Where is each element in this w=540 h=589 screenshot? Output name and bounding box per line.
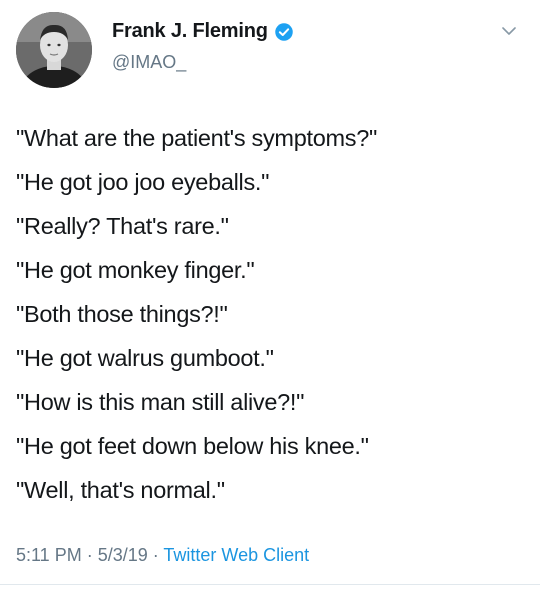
tweet-client-link[interactable]: Twitter Web Client <box>163 545 309 565</box>
tweet-line: "He got joo joo eyeballs." <box>16 169 270 195</box>
meta-separator: · <box>81 545 98 565</box>
tweet-card: Frank J. Fleming @IMAO_ "What are the pa… <box>0 0 540 589</box>
tweet-line: "He got feet down below his knee." <box>16 433 369 459</box>
author-handle[interactable]: @IMAO_ <box>112 52 186 73</box>
tweet-line: "He got walrus gumboot." <box>16 345 274 371</box>
tweet-line: "Both those things?!" <box>16 301 228 327</box>
tweet-time[interactable]: 5:11 PM <box>16 545 82 565</box>
verified-badge-icon <box>274 22 293 41</box>
tweet-line: "Well, that's normal." <box>16 477 225 503</box>
author-name-row: Frank J. Fleming <box>112 20 294 43</box>
tweet-date[interactable]: 5/3/19 <box>98 545 148 565</box>
avatar-image <box>16 12 92 88</box>
tweet-line: "He got monkey finger." <box>16 257 255 283</box>
tweet-text: "What are the patient's symptoms?" "He g… <box>16 116 526 512</box>
tweet-line: "Really? That's rare." <box>16 213 229 239</box>
tweet-meta: 5:11 PM · 5/3/19 · Twitter Web Client <box>16 545 309 566</box>
tweet-line: "What are the patient's symptoms?" <box>16 125 378 151</box>
avatar[interactable] <box>16 12 92 88</box>
author-display-name[interactable]: Frank J. Fleming <box>112 20 268 43</box>
tweet-line: "How is this man still alive?!" <box>16 389 305 415</box>
divider <box>0 584 540 585</box>
meta-separator: · <box>147 545 164 565</box>
chevron-down-icon[interactable] <box>500 22 518 40</box>
tweet-header: Frank J. Fleming @IMAO_ <box>16 12 524 88</box>
